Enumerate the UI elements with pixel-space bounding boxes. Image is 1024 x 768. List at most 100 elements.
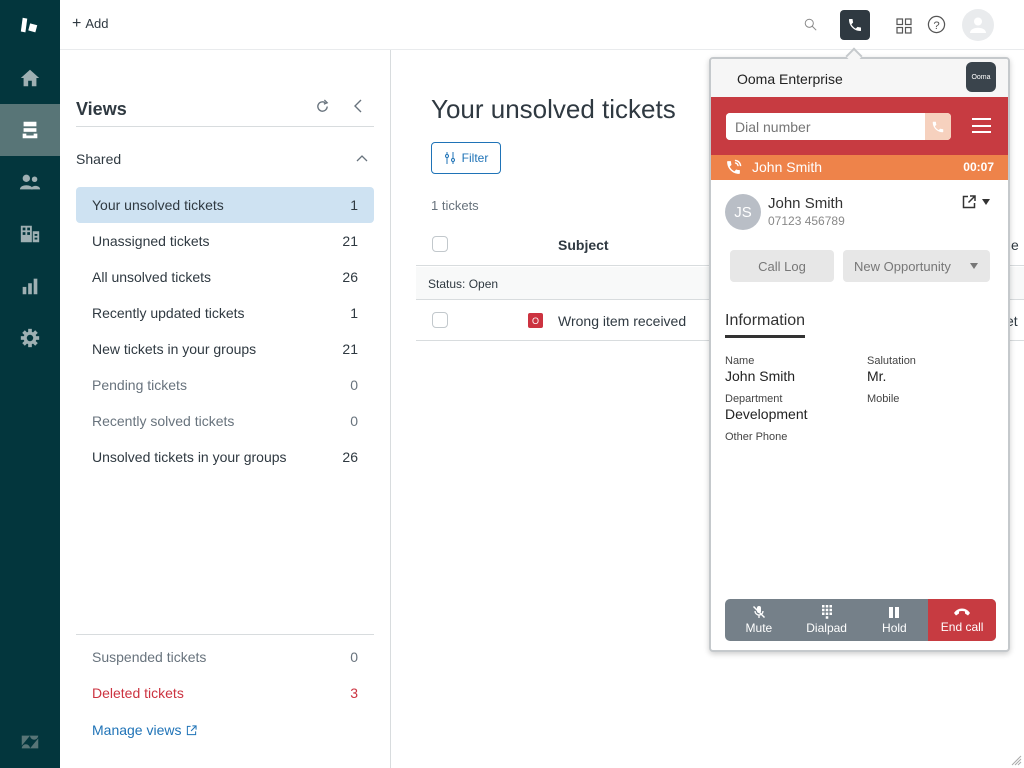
nav-customers[interactable] xyxy=(0,156,60,208)
refresh-icon xyxy=(316,98,328,112)
resize-grip-icon[interactable] xyxy=(1010,754,1022,766)
hold-button[interactable]: Hold xyxy=(861,599,929,641)
views-title: Views xyxy=(76,99,127,119)
refresh-views-button[interactable] xyxy=(314,98,330,114)
help-button[interactable]: ? xyxy=(926,14,946,34)
view-unsolved-tickets-in-your-groups[interactable]: Unsolved tickets in your groups 26 xyxy=(76,439,374,475)
filter-button[interactable]: Filter xyxy=(431,142,501,174)
ooma-softphone-popup: Ooma Enterprise Ooma John Smith 00:07 JS… xyxy=(709,57,1010,652)
manage-views-label: Manage views xyxy=(92,722,182,738)
phone-button[interactable] xyxy=(840,10,870,40)
apps-grid-icon xyxy=(896,18,912,34)
view-label: Recently updated tickets xyxy=(92,305,245,321)
zendesk-logo[interactable] xyxy=(0,0,60,52)
hamburger-menu-button[interactable] xyxy=(972,118,991,133)
view-new-tickets-in-your-groups[interactable]: New tickets in your groups 21 xyxy=(76,331,374,367)
manage-views-link[interactable]: Manage views xyxy=(92,722,197,738)
contact-name: John Smith xyxy=(768,195,844,212)
view-count: 21 xyxy=(342,233,358,249)
svg-text:?: ? xyxy=(933,19,939,31)
filter-label: Filter xyxy=(461,151,489,165)
ticket-count: 1 tickets xyxy=(431,198,479,213)
view-pending-tickets[interactable]: Pending tickets 0 xyxy=(76,367,374,403)
contact-phone: 07123 456789 xyxy=(768,214,845,228)
view-recently-solved-tickets[interactable]: Recently solved tickets 0 xyxy=(76,403,374,439)
top-bar: + Add ? xyxy=(60,0,1024,50)
shared-section-label: Shared xyxy=(76,151,122,167)
shared-collapse-toggle[interactable] xyxy=(354,150,370,166)
view-label: Deleted tickets xyxy=(92,685,184,701)
user-avatar-icon xyxy=(970,17,986,33)
row-checkbox[interactable] xyxy=(432,312,448,328)
call-timer: 00:07 xyxy=(963,160,994,174)
view-count: 1 xyxy=(350,197,358,213)
chevron-left-icon xyxy=(354,99,362,113)
hang-up-icon xyxy=(954,608,971,616)
help-icon: ? xyxy=(927,15,945,33)
select-all-checkbox[interactable] xyxy=(432,236,448,252)
ooma-header: Ooma Enterprise Ooma xyxy=(711,59,1008,97)
dialpad-icon xyxy=(821,605,832,619)
view-count: 0 xyxy=(350,377,358,393)
call-log-button[interactable]: Call Log xyxy=(730,250,834,282)
view-count: 0 xyxy=(350,413,358,429)
dialpad-button[interactable]: Dialpad xyxy=(793,599,861,641)
phone-in-call-icon xyxy=(727,159,742,174)
nav-home[interactable] xyxy=(0,52,60,104)
nav-reporting[interactable] xyxy=(0,260,60,312)
hold-label: Hold xyxy=(882,621,907,635)
home-icon xyxy=(20,69,40,87)
chevron-up-icon xyxy=(356,155,368,162)
add-button[interactable]: + Add xyxy=(72,14,108,32)
end-call-button[interactable]: End call xyxy=(928,599,996,641)
view-recently-updated-tickets[interactable]: Recently updated tickets 1 xyxy=(76,295,374,331)
divider xyxy=(76,126,374,127)
mute-label: Mute xyxy=(745,621,773,635)
view-your-unsolved-tickets[interactable]: Your unsolved tickets 1 xyxy=(76,187,374,223)
view-label: Unsolved tickets in your groups xyxy=(92,449,287,465)
view-unassigned-tickets[interactable]: Unassigned tickets 21 xyxy=(76,223,374,259)
dial-call-button[interactable] xyxy=(925,113,951,140)
view-count: 3 xyxy=(350,685,358,701)
caret-down-icon xyxy=(970,263,978,269)
column-header-subject[interactable]: Subject xyxy=(558,237,609,253)
external-link-icon xyxy=(962,195,976,209)
menu-icon-bar xyxy=(972,124,991,127)
zendesk-icon xyxy=(21,735,39,749)
nav-views[interactable] xyxy=(0,104,60,156)
zendesk-logo-icon xyxy=(20,17,38,33)
user-avatar-button[interactable] xyxy=(962,9,994,41)
view-count: 1 xyxy=(350,305,358,321)
collapse-views-button[interactable] xyxy=(350,98,366,114)
view-all-unsolved-tickets[interactable]: All unsolved tickets 26 xyxy=(76,259,374,295)
search-button[interactable] xyxy=(802,16,818,32)
phone-icon xyxy=(932,121,944,132)
zendesk-product-tray[interactable] xyxy=(0,716,60,768)
column-header-truncated: e xyxy=(1011,237,1019,253)
mute-button[interactable]: Mute xyxy=(725,599,793,641)
views-icon xyxy=(22,121,38,139)
menu-icon-bar xyxy=(972,118,991,120)
field-value-salutation: Mr. xyxy=(867,368,887,384)
ticket-subject-link[interactable]: Wrong item received xyxy=(558,313,686,329)
nav-admin[interactable] xyxy=(0,312,60,364)
new-opportunity-dropdown[interactable]: New Opportunity xyxy=(843,250,990,282)
dial-number-input[interactable] xyxy=(726,113,925,140)
view-count: 26 xyxy=(342,449,358,465)
tab-information[interactable]: Information xyxy=(725,312,806,338)
ooma-logo: Ooma xyxy=(966,62,996,92)
active-call-bar[interactable]: John Smith 00:07 xyxy=(711,155,1008,180)
plus-icon: + xyxy=(72,14,82,32)
menu-icon-bar xyxy=(972,131,991,133)
view-label: New tickets in your groups xyxy=(92,341,257,357)
open-contact-button[interactable] xyxy=(962,195,990,209)
building-icon xyxy=(20,225,40,243)
view-label: Suspended tickets xyxy=(92,649,207,665)
dial-field xyxy=(726,113,951,140)
field-label-name: Name xyxy=(725,355,755,367)
nav-organizations[interactable] xyxy=(0,208,60,260)
view-count: 21 xyxy=(342,341,358,357)
apps-button[interactable] xyxy=(896,18,912,34)
view-deleted-tickets[interactable]: Deleted tickets 3 xyxy=(76,675,374,711)
view-suspended-tickets[interactable]: Suspended tickets 0 xyxy=(76,639,374,675)
